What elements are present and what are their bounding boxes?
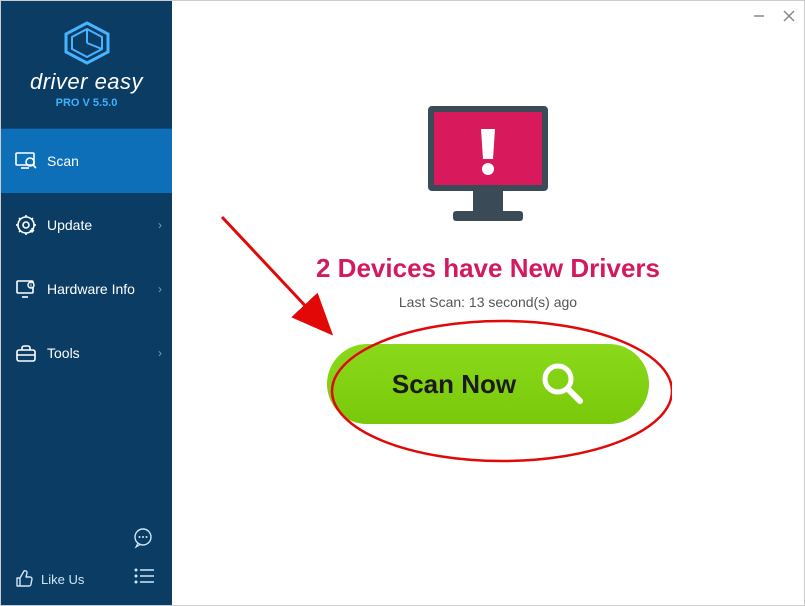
sidebar-item-label: Hardware Info [47, 281, 135, 297]
minimize-button[interactable] [748, 5, 770, 27]
like-us-label: Like Us [41, 572, 84, 587]
sidebar-item-label: Update [47, 217, 92, 233]
toolbox-icon [13, 343, 39, 363]
sidebar: driver easy PRO V 5.5.0 Scan [1, 1, 172, 605]
sidebar-nav: Scan Update › [1, 129, 172, 519]
sidebar-item-label: Scan [47, 153, 79, 169]
like-us-button[interactable]: Like Us [13, 569, 84, 589]
sidebar-item-update[interactable]: Update › [1, 193, 172, 257]
last-scan-text: Last Scan: 13 second(s) ago [399, 294, 577, 310]
thumbs-up-icon [13, 569, 35, 589]
alert-monitor-icon [413, 101, 563, 231]
chevron-right-icon: › [158, 282, 162, 296]
hardware-icon: i [13, 279, 39, 299]
brand-name: driver easy [30, 69, 143, 95]
brand-logo-icon [62, 21, 112, 65]
gear-download-icon [13, 214, 39, 236]
sidebar-item-hardware[interactable]: i Hardware Info › [1, 257, 172, 321]
main-panel: 2 Devices have New Drivers Last Scan: 13… [172, 1, 804, 605]
feedback-icon[interactable] [132, 527, 154, 554]
content-area: 2 Devices have New Drivers Last Scan: 13… [172, 61, 804, 424]
magnify-icon [538, 359, 584, 410]
scan-icon [13, 152, 39, 170]
sidebar-footer: Like Us [1, 519, 172, 605]
sidebar-item-label: Tools [47, 345, 80, 361]
brand-version: PRO V 5.5.0 [56, 97, 118, 109]
brand-block: driver easy PRO V 5.5.0 [1, 1, 172, 129]
sidebar-item-tools[interactable]: Tools › [1, 321, 172, 385]
chevron-right-icon: › [158, 218, 162, 232]
window-controls [748, 5, 800, 27]
scan-now-label: Scan Now [392, 369, 516, 400]
chevron-right-icon: › [158, 346, 162, 360]
headline-text: 2 Devices have New Drivers [316, 253, 660, 284]
close-button[interactable] [778, 5, 800, 27]
menu-icon[interactable] [134, 568, 154, 589]
sidebar-item-scan[interactable]: Scan [1, 129, 172, 193]
scan-now-button[interactable]: Scan Now [327, 344, 649, 424]
